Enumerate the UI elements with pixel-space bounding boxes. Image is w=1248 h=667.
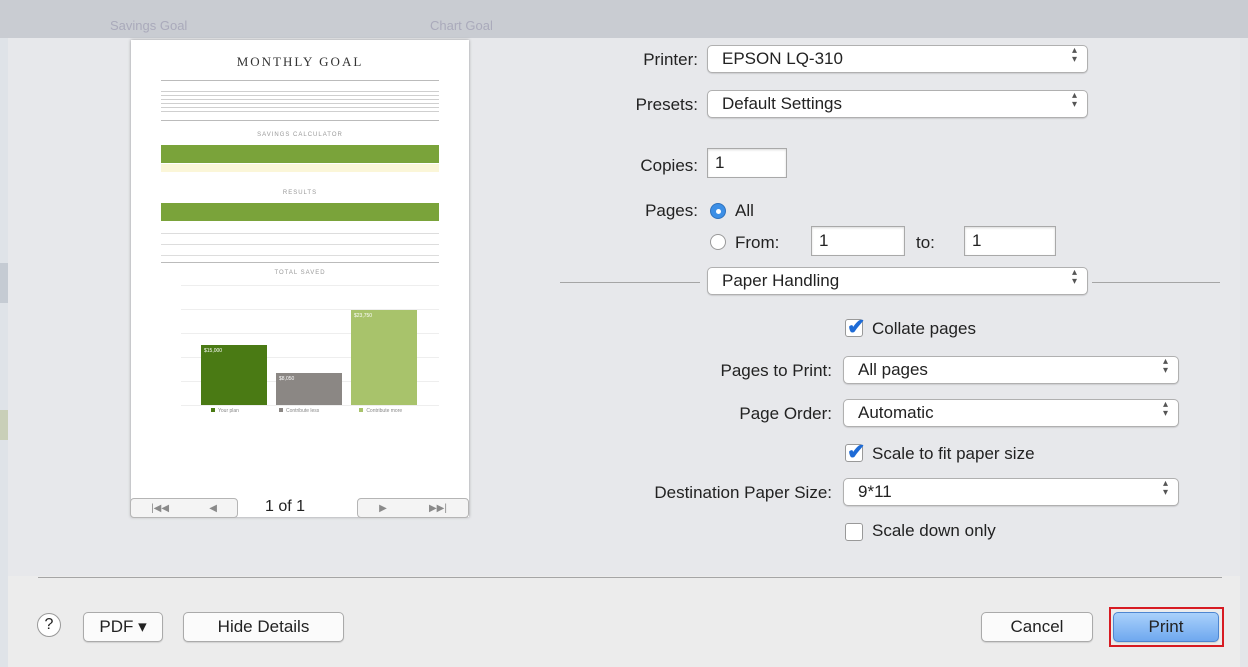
collate-checkbox[interactable]: ✔ — [845, 314, 865, 339]
presets-select[interactable]: Default Settings ▴ ▾ — [707, 90, 1088, 118]
chart-bar: $15,000 — [201, 345, 267, 405]
page-order-label: Page Order: — [739, 404, 832, 423]
legend-entry: Your plan — [211, 408, 239, 414]
chart-bar-label: $15,000 — [204, 348, 223, 354]
next-page-button[interactable]: ▶ — [379, 503, 387, 514]
page-order-select[interactable]: Automatic ▴ ▾ — [843, 399, 1179, 427]
preview-bar-chart: $15,000 $8,050 $23,750 — [161, 285, 439, 425]
print-preview-page: MONTHLY GOAL SAVINGS CALCULATOR RESULTS … — [131, 40, 469, 517]
page-order-value: Automatic — [858, 403, 934, 422]
stepper-arrows-icon: ▴ ▾ — [1071, 90, 1077, 110]
divider — [161, 262, 439, 263]
stepper-arrows-icon: ▴ ▾ — [1071, 267, 1077, 287]
pages-to-print-label: Pages to Print: — [720, 361, 832, 380]
background-tab: Chart Goal — [430, 18, 493, 33]
pages-label: Pages: — [645, 201, 698, 220]
presets-label: Presets: — [635, 95, 698, 114]
destination-paper-size-select[interactable]: 9*11 ▴ ▾ — [843, 478, 1179, 506]
pages-from-radio[interactable] — [710, 234, 726, 250]
preview-section-label: RESULTS — [282, 190, 318, 196]
preview-section-label: SAVINGS CALCULATOR — [257, 132, 343, 138]
stepper-arrows-icon: ▴ ▾ — [1162, 478, 1168, 498]
chart-bar: $23,750 — [351, 310, 417, 405]
pdf-menu-button[interactable]: PDF ▾ — [83, 612, 163, 642]
section-value: Paper Handling — [722, 271, 840, 290]
scale-to-fit-checkbox[interactable]: ✔ — [845, 439, 865, 464]
legend-entry: Contribute less — [279, 408, 319, 414]
pages-all-radio[interactable] — [710, 203, 726, 219]
divider — [560, 282, 700, 283]
first-page-button[interactable]: |◀◀ — [151, 503, 169, 514]
preview-table-header — [161, 145, 439, 163]
divider — [161, 120, 439, 121]
pages-to-print-value: All pages — [858, 360, 928, 379]
scale-to-fit-label: Scale to fit paper size — [872, 444, 1035, 463]
divider — [1092, 282, 1220, 283]
destination-paper-size-label: Destination Paper Size: — [654, 483, 832, 502]
footer-divider — [38, 577, 1222, 578]
collate-label: Collate pages — [872, 319, 976, 338]
preview-table-row — [161, 245, 439, 256]
destination-paper-size-value: 9*11 — [858, 482, 892, 501]
scale-down-only-checkbox[interactable]: ✔ — [845, 523, 863, 541]
help-button[interactable]: ? — [37, 613, 61, 637]
chart-bar-label: $23,750 — [354, 313, 373, 319]
preview-table-row — [161, 223, 439, 234]
pages-from-field[interactable]: 1 — [811, 226, 905, 256]
preview-intro-text — [161, 88, 439, 114]
pages-to-label: to: — [916, 233, 935, 252]
copies-label: Copies: — [640, 156, 698, 175]
pages-to-print-select[interactable]: All pages ▴ ▾ — [843, 356, 1179, 384]
preview-doc-title: MONTHLY GOAL — [236, 54, 364, 69]
preview-table-header — [161, 203, 439, 221]
chart-bar: $8,050 — [276, 373, 342, 405]
background-tab-bar: Savings Goal Chart Goal — [0, 0, 1248, 38]
printer-select[interactable]: EPSON LQ-310 ▴ ▾ — [707, 45, 1088, 73]
hide-details-button[interactable]: Hide Details — [183, 612, 344, 642]
divider — [161, 80, 439, 81]
stepper-arrows-icon: ▴ ▾ — [1162, 399, 1168, 419]
presets-value: Default Settings — [722, 94, 843, 113]
page-indicator: 1 of 1 — [265, 498, 306, 515]
stepper-arrows-icon: ▴ ▾ — [1071, 45, 1077, 65]
checkmark-icon: ✔ — [847, 439, 866, 464]
preview-table-row — [161, 164, 439, 172]
preview-section-label: TOTAL SAVED — [274, 270, 326, 276]
cancel-button[interactable]: Cancel — [981, 612, 1093, 642]
pages-from-label: From: — [735, 233, 780, 252]
printer-value: EPSON LQ-310 — [722, 49, 843, 68]
checkmark-icon: ✔ — [847, 314, 866, 339]
last-page-button[interactable]: ▶▶| — [429, 503, 447, 514]
preview-table-row — [161, 234, 439, 245]
pages-to-field[interactable]: 1 — [964, 226, 1056, 256]
copies-field[interactable]: 1 — [707, 148, 787, 178]
preview-nav-back-group: |◀◀ ◀ — [130, 498, 238, 518]
background-tab: Savings Goal — [110, 18, 188, 33]
stepper-arrows-icon: ▴ ▾ — [1162, 356, 1168, 376]
scale-down-only-label: Scale down only — [872, 521, 996, 540]
print-button-highlight — [1109, 607, 1224, 647]
previous-page-button[interactable]: ◀ — [209, 503, 217, 514]
preview-nav-forward-group: ▶ ▶▶| — [357, 498, 469, 518]
preview-chart-legend: Your plan Contribute less Contribute mor… — [211, 408, 402, 414]
pages-all-label: All — [735, 201, 754, 220]
chart-bar-label: $8,050 — [279, 376, 295, 382]
section-select[interactable]: Paper Handling ▴ ▾ — [707, 267, 1088, 295]
printer-label: Printer: — [643, 50, 698, 69]
legend-entry: Contribute more — [359, 408, 402, 414]
